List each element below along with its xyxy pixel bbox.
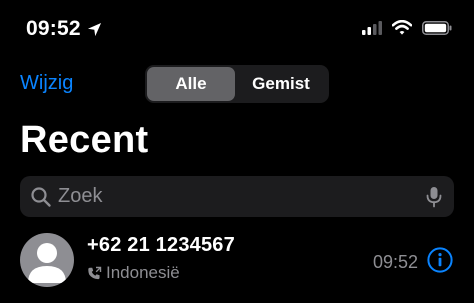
call-list-item[interactable]: +62 21 1234567 Indonesië 09:52 <box>0 226 474 303</box>
segment-missed[interactable]: Gemist <box>235 67 327 101</box>
status-icons <box>362 20 452 35</box>
status-bar: 09:52 <box>0 0 474 60</box>
call-meta: Indonesië <box>87 263 180 283</box>
microphone-icon[interactable] <box>426 186 442 208</box>
status-time-group: 09:52 <box>26 17 102 41</box>
search-input[interactable]: Zoek <box>58 185 426 208</box>
call-time: 09:52 <box>372 252 418 272</box>
edit-button[interactable]: Wijzig <box>20 72 73 95</box>
wifi-icon <box>392 20 412 35</box>
location-arrow-icon <box>87 22 101 36</box>
page-title: Recent <box>20 119 149 161</box>
search-icon <box>31 186 51 207</box>
cellular-signal-icon <box>362 20 382 35</box>
filter-segmented-control: Alle Gemist <box>145 65 329 103</box>
phone-outgoing-icon <box>88 266 102 279</box>
status-time: 09:52 <box>26 17 81 40</box>
segment-all[interactable]: Alle <box>147 67 235 101</box>
caller-number: +62 21 1234567 <box>87 234 235 256</box>
call-location: Indonesië <box>106 263 180 282</box>
avatar <box>20 233 74 287</box>
battery-icon <box>422 20 452 35</box>
search-bar[interactable]: Zoek <box>20 176 454 217</box>
person-silhouette-icon <box>28 243 66 283</box>
info-icon <box>427 247 453 273</box>
info-button[interactable] <box>427 247 453 273</box>
